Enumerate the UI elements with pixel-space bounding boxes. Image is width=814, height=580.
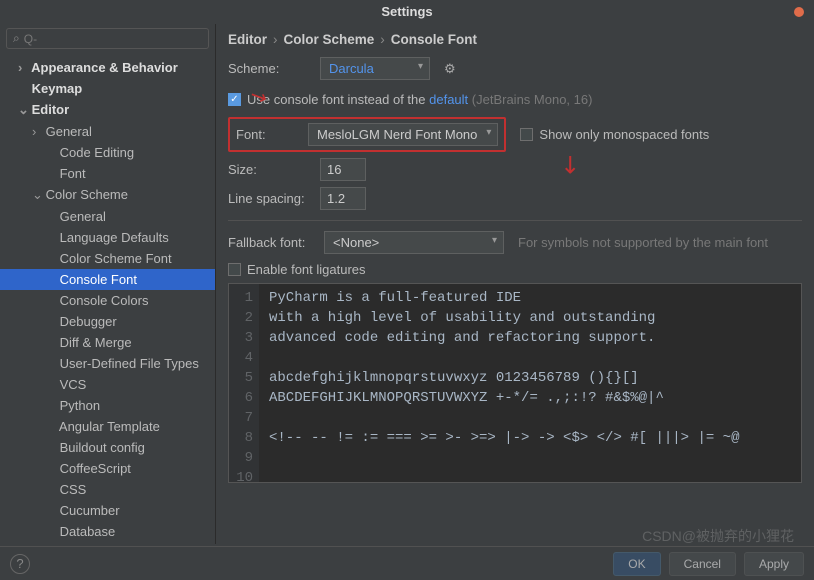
settings-content: Editor›Color Scheme›Console Font Scheme:…: [216, 24, 814, 544]
sidebar-item[interactable]: Buildout config: [0, 437, 215, 458]
sidebar-item[interactable]: Angular Template: [0, 416, 215, 437]
sidebar-item[interactable]: › General: [0, 121, 215, 142]
breadcrumb: Editor›Color Scheme›Console Font: [228, 32, 802, 47]
ligatures-label: Enable font ligatures: [247, 262, 366, 277]
sidebar-item[interactable]: Language Defaults: [0, 227, 215, 248]
sidebar-item[interactable]: ⌄ Editor: [0, 99, 215, 121]
close-icon[interactable]: [794, 7, 804, 17]
sidebar-item[interactable]: Debugger: [0, 311, 215, 332]
sidebar-item[interactable]: User-Defined File Types: [0, 353, 215, 374]
sidebar-item[interactable]: ⌄ Color Scheme: [0, 184, 215, 206]
show-monospaced-label: Show only monospaced fonts: [539, 127, 709, 142]
sidebar-item[interactable]: Cucumber: [0, 500, 215, 521]
search-input[interactable]: Q-: [6, 28, 209, 49]
window-title: Settings: [381, 4, 432, 19]
font-preview: 1 2 3 4 5 6 7 8 9 10 PyCharm is a full-f…: [228, 283, 802, 483]
ligatures-checkbox[interactable]: [228, 263, 241, 276]
font-dropdown[interactable]: MesloLGM Nerd Font Mono: [308, 123, 498, 146]
gear-icon[interactable]: ⚙: [444, 61, 456, 77]
line-spacing-label: Line spacing:: [228, 191, 320, 206]
sidebar-item[interactable]: Diagrams: [0, 542, 215, 544]
sidebar-item[interactable]: General: [0, 206, 215, 227]
dialog-footer: ? OK Cancel Apply: [0, 546, 814, 580]
apply-button[interactable]: Apply: [744, 552, 804, 576]
fallback-dropdown[interactable]: <None>: [324, 231, 504, 254]
use-console-font-label: Use console font instead of the default …: [247, 92, 592, 107]
fallback-hint: For symbols not supported by the main fo…: [518, 235, 768, 250]
sidebar-item[interactable]: › Appearance & Behavior: [0, 57, 215, 78]
settings-sidebar: Q- › Appearance & Behavior Keymap⌄ Edito…: [0, 24, 216, 544]
fallback-label: Fallback font:: [228, 235, 324, 250]
sidebar-item[interactable]: Keymap: [0, 78, 215, 99]
sidebar-item[interactable]: Color Scheme Font: [0, 248, 215, 269]
scheme-dropdown[interactable]: Darcula: [320, 57, 430, 80]
sidebar-item[interactable]: Python: [0, 395, 215, 416]
line-spacing-field[interactable]: 1.2: [320, 187, 366, 210]
sidebar-item[interactable]: Console Colors: [0, 290, 215, 311]
sidebar-item[interactable]: Font: [0, 163, 215, 184]
size-field[interactable]: 16: [320, 158, 366, 181]
sidebar-item[interactable]: CSS: [0, 479, 215, 500]
size-label: Size:: [228, 162, 320, 177]
sidebar-item[interactable]: Code Editing: [0, 142, 215, 163]
window-titlebar: Settings: [0, 0, 814, 24]
scheme-label: Scheme:: [228, 61, 320, 76]
ok-button[interactable]: OK: [613, 552, 660, 576]
sidebar-item[interactable]: VCS: [0, 374, 215, 395]
font-label: Font:: [236, 127, 308, 142]
default-link[interactable]: default: [429, 92, 468, 107]
sidebar-item[interactable]: CoffeeScript: [0, 458, 215, 479]
show-monospaced-checkbox[interactable]: [520, 128, 533, 141]
use-console-font-checkbox[interactable]: [228, 93, 241, 106]
font-highlight-box: Font: MesloLGM Nerd Font Mono: [228, 117, 506, 152]
settings-tree: › Appearance & Behavior Keymap⌄ Editor› …: [0, 53, 215, 544]
sidebar-item[interactable]: Console Font: [0, 269, 215, 290]
help-icon[interactable]: ?: [10, 554, 30, 574]
sidebar-item[interactable]: Diff & Merge: [0, 332, 215, 353]
sidebar-item[interactable]: Database: [0, 521, 215, 542]
cancel-button[interactable]: Cancel: [669, 552, 736, 576]
